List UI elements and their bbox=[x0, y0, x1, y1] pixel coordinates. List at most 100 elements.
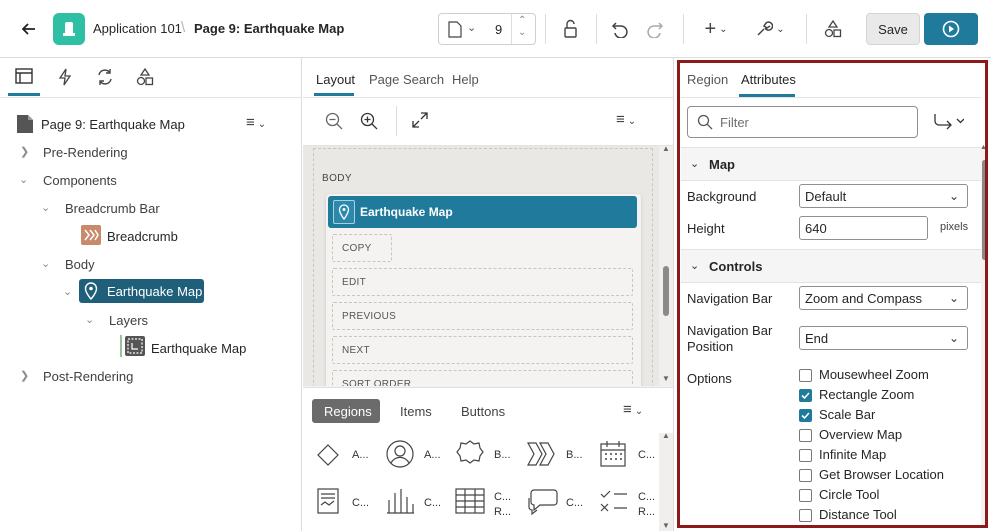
add-menu-icon[interactable]: + ⌄ bbox=[699, 17, 733, 41]
page-number-input[interactable]: 9 bbox=[495, 22, 502, 37]
navigation-bar-select[interactable]: Zoom and Compass ⌄ bbox=[799, 286, 968, 310]
background-select[interactable]: Default ⌄ bbox=[799, 184, 968, 208]
chevron-down-icon[interactable]: ⌄ bbox=[41, 257, 50, 270]
gallery-tab-items[interactable]: Items bbox=[400, 404, 432, 419]
slot-copy[interactable]: COPY bbox=[332, 234, 392, 262]
gallery-item[interactable]: A... bbox=[352, 449, 369, 461]
tree-item-pre-rendering[interactable]: Pre-Rendering bbox=[43, 145, 128, 160]
option-checkbox[interactable] bbox=[799, 389, 812, 402]
gallery-item[interactable]: C... bbox=[424, 497, 441, 509]
page-up-icon[interactable]: ⌃ bbox=[518, 15, 526, 26]
redo-icon[interactable] bbox=[642, 17, 668, 41]
wrench-menu-icon[interactable]: ⌄ bbox=[752, 17, 788, 41]
scroll-up-icon[interactable]: ▲ bbox=[662, 146, 670, 153]
scroll-up-icon[interactable]: ▲ bbox=[662, 431, 670, 440]
app-icon[interactable] bbox=[53, 13, 85, 45]
calendar-icon[interactable] bbox=[599, 440, 627, 471]
diamond-icon[interactable] bbox=[316, 443, 340, 470]
section-controls-header[interactable]: ⌄ Controls bbox=[681, 249, 981, 283]
undo-icon[interactable] bbox=[607, 17, 633, 41]
tree-item-post-rendering[interactable]: Post-Rendering bbox=[43, 369, 133, 384]
scroll-down-icon[interactable]: ▼ bbox=[662, 374, 670, 383]
slot-sort-order[interactable]: SORT ORDER bbox=[332, 370, 633, 386]
lightning-icon[interactable] bbox=[58, 68, 72, 89]
option-label[interactable]: Circle Tool bbox=[819, 487, 879, 502]
tree-item-breadcrumb-bar[interactable]: Breadcrumb Bar bbox=[65, 201, 160, 216]
breadcrumb-region-icon[interactable] bbox=[526, 441, 558, 470]
slot-edit[interactable]: EDIT bbox=[332, 268, 633, 296]
gallery-item[interactable]: C... R... bbox=[494, 490, 511, 520]
region-earthquake-map[interactable]: Earthquake Map bbox=[328, 196, 637, 228]
filter-input[interactable]: Filter bbox=[687, 106, 918, 138]
chevron-down-icon[interactable]: ⌄ bbox=[85, 313, 94, 326]
tree-item-layer-earthquake-map[interactable]: Earthquake Map bbox=[151, 341, 246, 356]
gallery-item[interactable]: C... bbox=[352, 497, 369, 509]
gallery-tab-regions[interactable]: Regions bbox=[312, 399, 380, 423]
chevron-right-icon[interactable]: ❯ bbox=[20, 369, 29, 382]
shared-components-icon[interactable] bbox=[136, 67, 154, 89]
gallery-menu-icon[interactable]: ≡ ⌄ bbox=[623, 401, 643, 418]
chevron-down-icon[interactable]: ⌄ bbox=[41, 201, 50, 214]
page-selector[interactable]: ⌄ 9 ⌃ ⌄ bbox=[438, 13, 536, 45]
breadcrumb-app[interactable]: Application 101 bbox=[93, 21, 182, 36]
option-checkbox[interactable] bbox=[799, 429, 812, 442]
option-label[interactable]: Infinite Map bbox=[819, 447, 886, 462]
navigation-bar-position-select[interactable]: End ⌄ bbox=[799, 326, 968, 350]
page-down-icon[interactable]: ⌄ bbox=[518, 27, 526, 38]
gallery-item[interactable]: B... bbox=[566, 449, 583, 461]
rendering-tab-icon[interactable] bbox=[15, 68, 33, 87]
section-map-header[interactable]: ⌄ Map bbox=[681, 147, 981, 181]
expand-icon[interactable] bbox=[412, 112, 428, 131]
zoom-out-icon[interactable] bbox=[325, 112, 343, 133]
tab-help[interactable]: Help bbox=[452, 72, 479, 87]
tab-region[interactable]: Region bbox=[687, 72, 728, 87]
scroll-up-icon[interactable]: ▲ bbox=[980, 144, 987, 151]
chevron-right-icon[interactable]: ❯ bbox=[20, 145, 29, 158]
run-button[interactable] bbox=[924, 13, 978, 45]
slot-next[interactable]: NEXT bbox=[332, 336, 633, 364]
canvas-scrollbar[interactable] bbox=[663, 266, 669, 316]
option-checkbox[interactable] bbox=[799, 369, 812, 382]
tree-item-layers[interactable]: Layers bbox=[109, 313, 148, 328]
gallery-item[interactable]: C... bbox=[638, 449, 655, 461]
tree-item-body[interactable]: Body bbox=[65, 257, 95, 272]
tree-root[interactable]: Page 9: Earthquake Map bbox=[41, 117, 185, 132]
option-label[interactable]: Mousewheel Zoom bbox=[819, 367, 929, 382]
height-input[interactable]: 640 bbox=[799, 216, 928, 240]
chevron-down-icon[interactable]: ⌄ bbox=[19, 173, 28, 186]
option-checkbox[interactable] bbox=[799, 509, 812, 522]
properties-scrollbar[interactable] bbox=[982, 160, 987, 260]
table-icon[interactable] bbox=[455, 488, 485, 517]
scroll-down-icon[interactable]: ▼ bbox=[662, 521, 670, 530]
option-checkbox[interactable] bbox=[799, 469, 812, 482]
tree-item-components[interactable]: Components bbox=[43, 173, 117, 188]
back-arrow-icon[interactable] bbox=[18, 19, 40, 39]
option-label[interactable]: Distance Tool bbox=[819, 507, 897, 522]
tab-layout[interactable]: Layout bbox=[316, 72, 355, 87]
gallery-tab-buttons[interactable]: Buttons bbox=[461, 404, 505, 419]
tree-item-earthquake-map-selected[interactable]: Earthquake Map bbox=[79, 279, 204, 303]
option-label[interactable]: Overview Map bbox=[819, 427, 902, 442]
option-checkbox[interactable] bbox=[799, 409, 812, 422]
lock-icon[interactable] bbox=[557, 17, 583, 41]
bar-chart-icon[interactable] bbox=[386, 488, 414, 517]
content-row-icon[interactable] bbox=[599, 488, 629, 517]
processing-icon[interactable] bbox=[96, 68, 114, 89]
go-to-group-icon[interactable] bbox=[932, 113, 965, 134]
tab-attributes[interactable]: Attributes bbox=[741, 72, 796, 87]
chevron-down-icon[interactable]: ⌄ bbox=[63, 285, 72, 298]
slot-previous[interactable]: PREVIOUS bbox=[332, 302, 633, 330]
save-button[interactable]: Save bbox=[866, 13, 920, 45]
avatar-icon[interactable] bbox=[385, 439, 415, 472]
gallery-item[interactable]: B... bbox=[494, 449, 511, 461]
layout-menu-icon[interactable]: ≡ ⌄ bbox=[616, 111, 636, 128]
badge-icon[interactable] bbox=[455, 439, 485, 472]
shapes-icon[interactable] bbox=[820, 17, 846, 41]
tree-item-breadcrumb[interactable]: Breadcrumb bbox=[107, 229, 178, 244]
option-checkbox[interactable] bbox=[799, 449, 812, 462]
comments-icon[interactable] bbox=[526, 488, 558, 519]
option-label[interactable]: Scale Bar bbox=[819, 407, 875, 422]
card-icon[interactable] bbox=[317, 488, 339, 517]
zoom-in-icon[interactable] bbox=[360, 112, 378, 133]
tab-page-search[interactable]: Page Search bbox=[369, 72, 444, 87]
